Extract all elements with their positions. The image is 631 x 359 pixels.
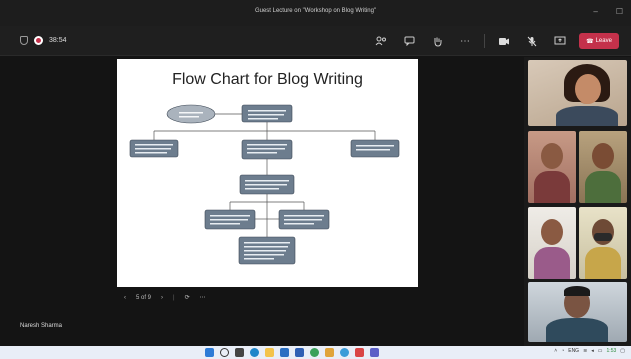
participant-video-1[interactable] (528, 60, 627, 126)
shoulders (534, 247, 570, 279)
record-icon (34, 36, 43, 45)
shield-icon (20, 36, 28, 45)
presentation-slide: Flow Chart for Blog Writing (117, 59, 418, 287)
presenter-name: Naresh Sharma (20, 323, 63, 329)
leave-button[interactable]: ☎ Leave (579, 33, 619, 49)
shoulders (585, 171, 621, 203)
slide-counter: 5 of 9 (136, 294, 152, 301)
flow-chart (129, 104, 400, 265)
search-icon[interactable] (220, 348, 229, 357)
hair (564, 286, 590, 296)
notification-icon[interactable]: ▢ (620, 348, 625, 354)
shoulders (546, 318, 608, 342)
participant-gallery (524, 57, 631, 346)
window-controls: – ☐ (593, 7, 623, 16)
window-title: Guest Lecture on "Workshop on Blog Writi… (254, 8, 377, 14)
volume-icon[interactable]: ◂ (591, 348, 594, 354)
file-explorer-icon[interactable] (265, 348, 274, 357)
flow-box-right (350, 139, 400, 158)
maximize-icon[interactable]: ☐ (616, 7, 623, 16)
participant-video-2[interactable] (528, 131, 576, 203)
app-icon[interactable] (325, 348, 334, 357)
slide-navigation: ‹ 5 of 9 › | ⟳ ⋯ (124, 294, 206, 302)
chat-icon[interactable] (400, 32, 418, 50)
phone-icon: ☎ (586, 38, 594, 45)
divider: | (173, 294, 175, 301)
taskbar-apps (205, 348, 379, 357)
shoulders (534, 171, 570, 203)
participant-video-3[interactable] (579, 131, 627, 203)
participant-video-5[interactable] (579, 207, 627, 279)
shared-screen-stage: Flow Chart for Blog Writing ‹ 5 of 9 › |… (0, 57, 523, 346)
more-options-icon[interactable]: ⋯ (200, 294, 206, 301)
meeting-toolbar: 38:54 ⋯ ☎ Leave (0, 26, 631, 56)
avatar (592, 219, 614, 245)
flow-start-node (166, 104, 216, 124)
leave-label: Leave (595, 38, 612, 44)
share-icon[interactable] (551, 32, 569, 50)
title-bar: Guest Lecture on "Workshop on Blog Writi… (0, 0, 631, 26)
language-indicator[interactable]: ENG (568, 348, 579, 354)
meeting-timer: 38:54 (49, 37, 67, 44)
minimize-icon[interactable]: – (593, 7, 597, 16)
mic-icon[interactable] (523, 32, 541, 50)
app-icon[interactable] (355, 348, 364, 357)
avatar (592, 143, 614, 169)
teams-icon[interactable] (370, 348, 379, 357)
more-icon[interactable]: ⋯ (456, 32, 474, 50)
network-icon[interactable]: ◔ (561, 348, 564, 354)
camera-icon[interactable] (495, 32, 513, 50)
edge-icon[interactable] (250, 348, 259, 357)
os-taskbar: ˄ ◔ ENG ≋ ◂ ▭ 1:53 ▢ (0, 346, 631, 359)
prev-slide-icon[interactable]: ‹ (124, 295, 126, 301)
sync-icon[interactable]: ⟳ (185, 294, 190, 301)
avatar (541, 219, 563, 245)
mail-icon[interactable] (295, 348, 304, 357)
store-icon[interactable] (280, 348, 289, 357)
face (575, 74, 601, 104)
chevron-up-icon[interactable]: ˄ (554, 348, 557, 354)
meeting-timer-group: 38:54 (20, 36, 67, 45)
app-icon[interactable] (340, 348, 349, 357)
reactions-icon[interactable] (428, 32, 446, 50)
shoulders (556, 106, 618, 126)
chrome-icon[interactable] (310, 348, 319, 357)
system-tray: ˄ ◔ ENG ≋ ◂ ▭ 1:53 ▢ (554, 348, 625, 354)
toolbar-actions: ⋯ ☎ Leave (372, 32, 619, 50)
windows-start-icon[interactable] (205, 348, 214, 357)
wifi-icon[interactable]: ≋ (583, 348, 587, 354)
avatar (541, 143, 563, 169)
participant-video-4[interactable] (528, 207, 576, 279)
shoulders (585, 247, 621, 279)
battery-icon[interactable]: ▭ (598, 348, 603, 354)
participant-video-6[interactable] (528, 282, 627, 342)
next-slide-icon[interactable]: › (161, 295, 163, 301)
clock[interactable]: 1:53 (607, 348, 617, 354)
task-view-icon[interactable] (235, 348, 244, 357)
people-icon[interactable] (372, 32, 390, 50)
face-mask (594, 233, 612, 241)
